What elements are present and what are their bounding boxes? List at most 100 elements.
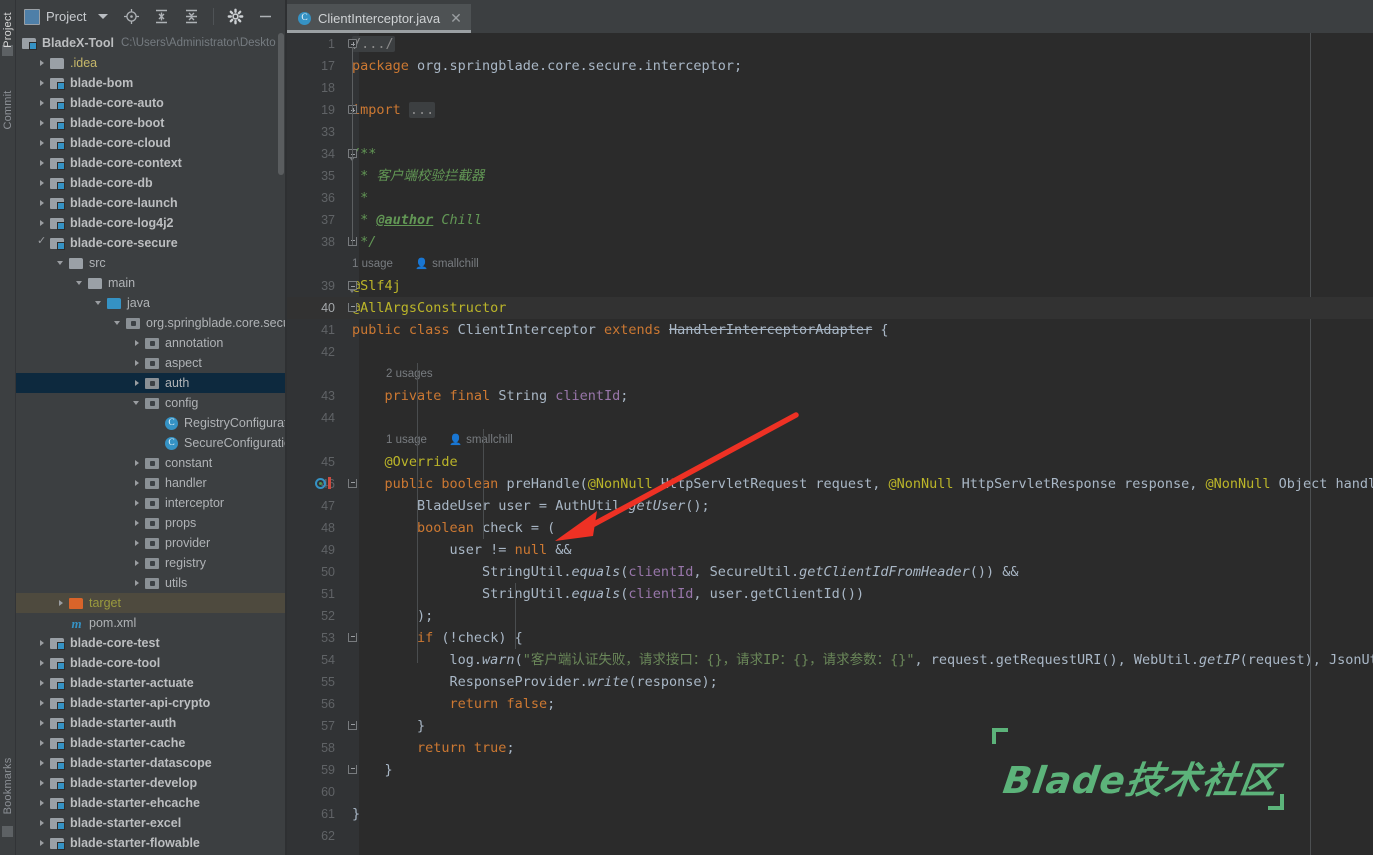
tool-tab-project[interactable]: Project — [2, 0, 14, 60]
chevron-down-icon[interactable] — [98, 14, 109, 19]
usage-count-hint[interactable]: 1 usage — [386, 429, 427, 451]
tree-row-blade-core-launch[interactable]: blade-core-launch — [16, 193, 286, 213]
usage-count-hint[interactable]: 2 usages — [386, 363, 433, 385]
project-tree-scrollbar[interactable] — [278, 33, 284, 175]
tree-row-project-root[interactable]: BladeX-Tool C:\Users\Administrator\Deskto — [16, 33, 286, 53]
tree-row-interceptor[interactable]: interceptor — [16, 493, 286, 513]
tree-row-aspect[interactable]: aspect — [16, 353, 286, 373]
tree-row-pom-xml[interactable]: m pom.xml — [16, 613, 286, 633]
tree-row-blade-starter-actuate[interactable]: blade-starter-actuate — [16, 673, 286, 693]
tree-row-registry[interactable]: registry — [16, 553, 286, 573]
tree-row-props[interactable]: props — [16, 513, 286, 533]
hide-panel-icon[interactable] — [257, 8, 274, 25]
tree-row-org-springblade-core-secure[interactable]: org.springblade.core.secure — [16, 313, 286, 333]
override-method-icon[interactable] — [315, 478, 326, 489]
tool-tab-bookmarks[interactable]: Bookmarks — [2, 748, 14, 824]
chevron-right-icon[interactable] — [133, 579, 142, 588]
tool-tab-commit[interactable]: Commit — [2, 80, 14, 140]
chevron-right-icon[interactable] — [38, 119, 47, 128]
chevron-right-icon[interactable] — [133, 479, 142, 488]
chevron-right-icon[interactable] — [38, 99, 47, 108]
chevron-right-icon[interactable] — [38, 159, 47, 168]
tree-row-handler[interactable]: handler — [16, 473, 286, 493]
chevron-right-icon[interactable] — [57, 599, 66, 608]
chevron-down-icon[interactable] — [57, 259, 66, 268]
fold-end-icon[interactable] — [348, 303, 357, 312]
chevron-right-icon[interactable] — [133, 519, 142, 528]
chevron-right-icon[interactable] — [38, 139, 47, 148]
fold-end-icon[interactable] — [348, 633, 357, 642]
chevron-right-icon[interactable] — [38, 699, 47, 708]
checkmark-icon[interactable] — [37, 234, 47, 248]
tree-row-blade-starter-datascope[interactable]: blade-starter-datascope — [16, 753, 286, 773]
expand-all-icon[interactable] — [153, 8, 170, 25]
author-hint[interactable]: smallchill — [415, 253, 479, 275]
chevron-right-icon[interactable] — [133, 559, 142, 568]
tree-row-annotation[interactable]: annotation — [16, 333, 286, 353]
tree-row-blade-starter-cache[interactable]: blade-starter-cache — [16, 733, 286, 753]
locate-icon[interactable] — [123, 8, 140, 25]
chevron-right-icon[interactable] — [133, 539, 142, 548]
chevron-right-icon[interactable] — [38, 179, 47, 188]
fold-end-icon[interactable] — [348, 765, 357, 774]
chevron-right-icon[interactable] — [38, 719, 47, 728]
chevron-right-icon[interactable] — [38, 659, 47, 668]
chevron-down-icon[interactable] — [133, 399, 142, 408]
tree-row-blade-starter-ehcache[interactable]: blade-starter-ehcache — [16, 793, 286, 813]
tree-row-blade-core-db[interactable]: blade-core-db — [16, 173, 286, 193]
tree-row-blade-core-tool[interactable]: blade-core-tool — [16, 653, 286, 673]
chevron-right-icon[interactable] — [38, 639, 47, 648]
tree-row-blade-starter-auth[interactable]: blade-starter-auth — [16, 713, 286, 733]
tree-row-utils[interactable]: utils — [16, 573, 286, 593]
tree-row-provider[interactable]: provider — [16, 533, 286, 553]
tree-row-java[interactable]: java — [16, 293, 286, 313]
tree-row--idea[interactable]: .idea — [16, 53, 286, 73]
chevron-right-icon[interactable] — [133, 499, 142, 508]
tree-row-config[interactable]: config — [16, 393, 286, 413]
tree-row-secureconfiguration[interactable]: C SecureConfiguration — [16, 433, 286, 453]
fold-end-icon[interactable] — [348, 721, 357, 730]
tree-row-blade-core-auto[interactable]: blade-core-auto — [16, 93, 286, 113]
tree-row-blade-core-context[interactable]: blade-core-context — [16, 153, 286, 173]
inlay-hint[interactable]: 1 usage smallchill — [287, 429, 1373, 451]
tree-row-blade-starter-excel[interactable]: blade-starter-excel — [16, 813, 286, 833]
chevron-right-icon[interactable] — [38, 759, 47, 768]
tree-row-auth[interactable]: auth — [16, 373, 286, 393]
project-tree-scroll[interactable]: BladeX-Tool C:\Users\Administrator\Deskto… — [16, 33, 286, 855]
tree-row-registryconfiguration[interactable]: C RegistryConfiguration — [16, 413, 286, 433]
chevron-right-icon[interactable] — [133, 379, 142, 388]
tree-row-blade-core-cloud[interactable]: blade-core-cloud — [16, 133, 286, 153]
chevron-right-icon[interactable] — [38, 219, 47, 228]
chevron-right-icon[interactable] — [38, 819, 47, 828]
chevron-right-icon[interactable] — [133, 339, 142, 348]
tree-row-blade-starter-develop[interactable]: blade-starter-develop — [16, 773, 286, 793]
tree-row-src[interactable]: src — [16, 253, 286, 273]
chevron-right-icon[interactable] — [38, 679, 47, 688]
tree-row-blade-core-test[interactable]: blade-core-test — [16, 633, 286, 653]
tree-row-blade-core-boot[interactable]: blade-core-boot — [16, 113, 286, 133]
chevron-down-icon[interactable] — [76, 279, 85, 288]
usage-count-hint[interactable]: 1 usage — [352, 253, 393, 275]
fold-collapse-icon[interactable] — [348, 281, 357, 294]
chevron-right-icon[interactable] — [38, 739, 47, 748]
inlay-hint[interactable]: 2 usages — [287, 363, 1373, 385]
tree-row-blade-starter-api-crypto[interactable]: blade-starter-api-crypto — [16, 693, 286, 713]
chevron-down-icon[interactable] — [114, 319, 123, 328]
tree-row-blade-core-log4j2[interactable]: blade-core-log4j2 — [16, 213, 286, 233]
chevron-right-icon[interactable] — [133, 359, 142, 368]
collapse-all-icon[interactable] — [183, 8, 200, 25]
chevron-down-icon[interactable] — [95, 299, 104, 308]
author-hint[interactable]: smallchill — [449, 429, 513, 451]
chevron-right-icon[interactable] — [38, 199, 47, 208]
chevron-right-icon[interactable] — [38, 79, 47, 88]
chevron-right-icon[interactable] — [38, 839, 47, 848]
chevron-right-icon[interactable] — [38, 59, 47, 68]
fold-end-icon[interactable] — [348, 479, 357, 488]
editor-tab-clientinterceptor[interactable]: C ClientInterceptor.java ✕ — [287, 4, 471, 33]
inlay-hint[interactable]: 1 usage smallchill — [287, 253, 1373, 275]
tree-row-main[interactable]: main — [16, 273, 286, 293]
code-editor[interactable]: 1 /.../ 17 package org.springblade.core.sec… — [287, 33, 1373, 855]
close-icon[interactable]: ✕ — [450, 10, 462, 27]
tree-row-target[interactable]: target — [16, 593, 286, 613]
tree-row-blade-core-secure[interactable]: blade-core-secure — [16, 233, 286, 253]
